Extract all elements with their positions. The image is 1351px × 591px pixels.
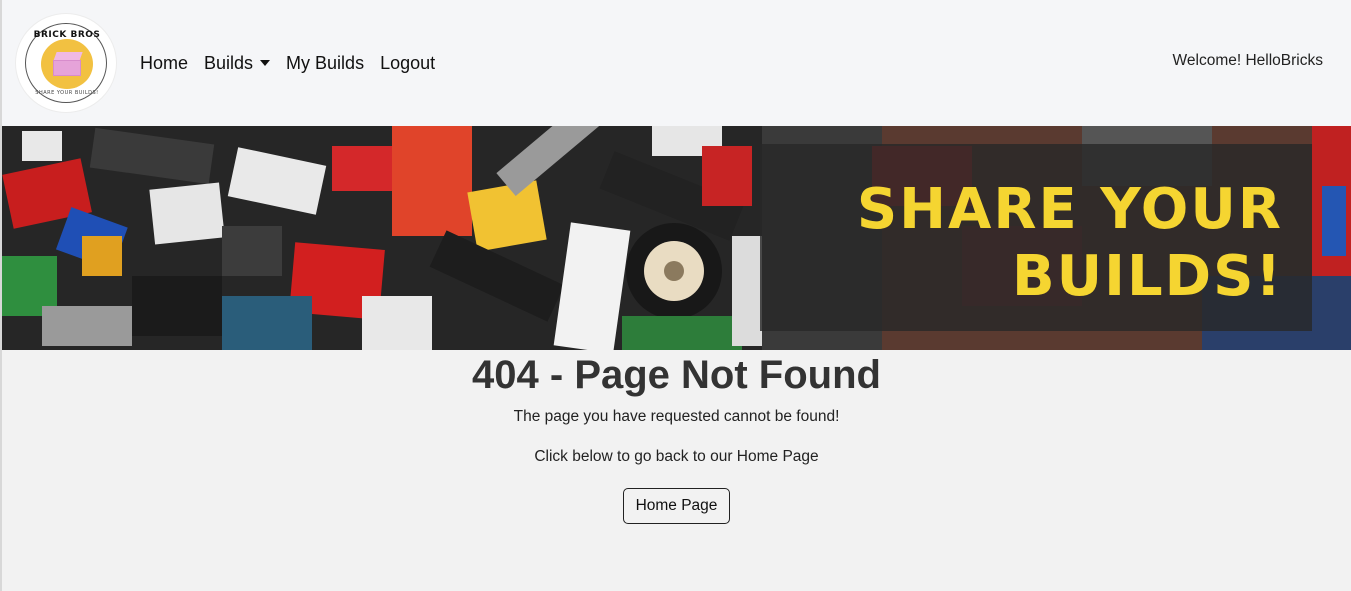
- nav-my-builds[interactable]: My Builds: [286, 50, 364, 76]
- logo-text-bottom: SHARE YOUR BUILDS!: [35, 90, 99, 96]
- nav-builds-label: Builds: [204, 53, 254, 73]
- error-subtext: Click below to go back to our Home Page: [534, 448, 819, 465]
- hero-title: SHARE YOUR BUILDS!: [857, 176, 1283, 310]
- hero-title-line2: BUILDS!: [1011, 244, 1283, 309]
- welcome-message: Welcome! HelloBricks: [1172, 52, 1323, 69]
- hero-title-line1: SHARE YOUR: [856, 177, 1283, 242]
- brand-logo[interactable]: BRICK BROS SHARE YOUR BUILDS!: [16, 14, 116, 112]
- nav-logout[interactable]: Logout: [380, 50, 435, 76]
- logo-badge: BRICK BROS SHARE YOUR BUILDS!: [25, 23, 107, 103]
- logo-brick-icon: [53, 60, 81, 76]
- chevron-down-icon: [260, 60, 271, 66]
- error-title: 404 - Page Not Found: [472, 353, 881, 397]
- navbar: BRICK BROS SHARE YOUR BUILDS! Home Build…: [2, 0, 1351, 126]
- error-message: The page you have requested cannot be fo…: [513, 408, 840, 425]
- nav-builds-dropdown[interactable]: Builds: [204, 50, 271, 76]
- main-nav: Home Builds My Builds Logout: [140, 50, 451, 76]
- error-content: 404 - Page Not Found The page you have r…: [2, 350, 1351, 524]
- page: BRICK BROS SHARE YOUR BUILDS! Home Build…: [0, 0, 1351, 591]
- hero-banner: SHARE YOUR BUILDS!: [2, 126, 1351, 350]
- nav-home[interactable]: Home: [140, 50, 188, 76]
- home-page-button[interactable]: Home Page: [622, 488, 731, 524]
